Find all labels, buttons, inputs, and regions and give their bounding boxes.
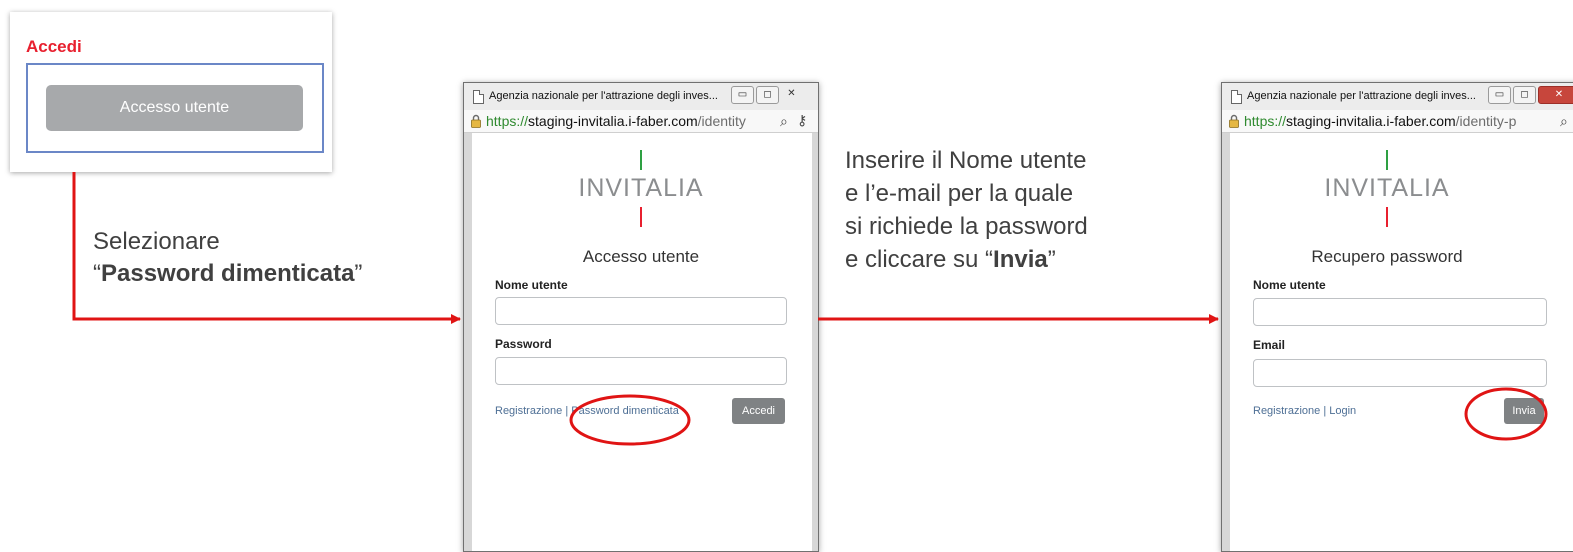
highlight-ellipse-invia [1464, 387, 1548, 441]
annotation-overlay [72, 172, 1548, 446]
highlight-ellipse-forgot [569, 394, 691, 446]
arrow-to-login-window [72, 172, 461, 324]
